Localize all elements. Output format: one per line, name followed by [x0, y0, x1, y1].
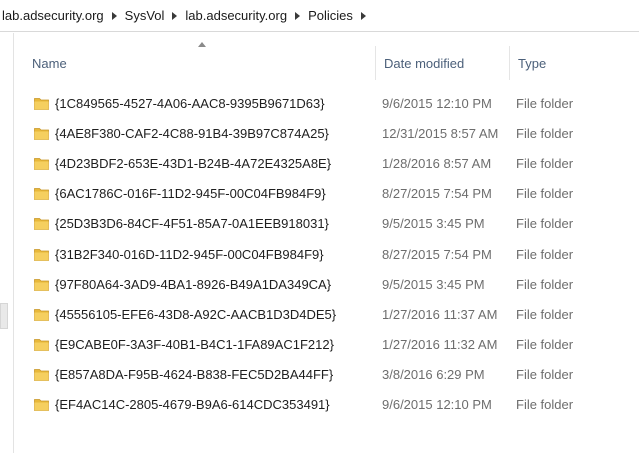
file-name-cell: {45556105-EFE6-43D8-A92C-AACB1D3D4DE5}: [14, 307, 376, 322]
folder-icon: [34, 97, 49, 110]
breadcrumb-item-domain-folder[interactable]: lab.adsecurity.org: [185, 8, 287, 23]
file-name: {25D3B3D6-84CF-4F51-85A7-0A1EEB918031}: [55, 216, 329, 232]
chevron-right-icon[interactable]: [295, 11, 301, 20]
file-type: File folder: [516, 216, 574, 232]
file-name-cell: {97F80A64-3AD9-4BA1-8926-B49A1DA349CA}: [14, 277, 376, 292]
file-row[interactable]: {E857A8DA-F95B-4624-B838-FEC5D2BA44FF} 3…: [14, 360, 639, 390]
file-name-cell: {E857A8DA-F95B-4624-B838-FEC5D2BA44FF}: [14, 367, 376, 382]
file-name-cell: {6AC1786C-016F-11D2-945F-00C04FB984F9}: [14, 186, 376, 201]
file-row[interactable]: {EF4AC14C-2805-4679-B9A6-614CDC353491} 9…: [14, 390, 639, 420]
column-header-name[interactable]: Name: [14, 42, 376, 80]
column-header-date-label: Date modified: [384, 55, 465, 71]
file-name: {97F80A64-3AD9-4BA1-8926-B49A1DA349CA}: [55, 276, 332, 292]
file-type: File folder: [516, 367, 574, 383]
file-row[interactable]: {31B2F340-016D-11D2-945F-00C04FB984F9} 8…: [14, 239, 639, 269]
file-type: File folder: [516, 306, 574, 322]
file-date-modified: 3/8/2016 6:29 PM: [382, 367, 485, 383]
file-name: {45556105-EFE6-43D8-A92C-AACB1D3D4DE5}: [55, 306, 337, 322]
column-header-date-modified[interactable]: Date modified: [376, 46, 510, 80]
column-header-name-label: Name: [32, 55, 67, 71]
file-date-modified: 12/31/2015 8:57 AM: [382, 125, 499, 141]
file-date-modified: 1/27/2016 11:32 AM: [382, 337, 498, 353]
file-date-modified: 8/27/2015 7:54 PM: [382, 186, 492, 202]
file-name: {E857A8DA-F95B-4624-B838-FEC5D2BA44FF}: [55, 367, 334, 383]
file-name-cell: {4D23BDF2-653E-43D1-B24B-4A72E4325A8E}: [14, 156, 376, 171]
sort-ascending-icon: [198, 42, 206, 47]
file-row[interactable]: {4D23BDF2-653E-43D1-B24B-4A72E4325A8E} 1…: [14, 148, 639, 178]
file-list: {1C849565-4527-4A06-AAC8-9395B9671D63} 9…: [14, 88, 639, 420]
file-name: {1C849565-4527-4A06-AAC8-9395B9671D63}: [55, 95, 325, 111]
folder-icon: [34, 308, 49, 321]
folder-icon: [34, 278, 49, 291]
file-date-modified: 1/27/2016 11:37 AM: [382, 306, 498, 322]
file-row[interactable]: {6AC1786C-016F-11D2-945F-00C04FB984F9} 8…: [14, 179, 639, 209]
file-row[interactable]: {97F80A64-3AD9-4BA1-8926-B49A1DA349CA} 9…: [14, 269, 639, 299]
file-type: File folder: [516, 337, 574, 353]
file-type: File folder: [516, 186, 574, 202]
breadcrumb-item-sysvol[interactable]: SysVol: [125, 8, 165, 23]
file-type: File folder: [516, 155, 574, 171]
folder-icon: [34, 157, 49, 170]
file-date-modified: 9/6/2015 12:10 PM: [382, 397, 492, 413]
breadcrumb-item-policies[interactable]: Policies: [308, 8, 353, 23]
file-date-modified: 1/28/2016 8:57 AM: [382, 155, 492, 171]
chevron-right-icon[interactable]: [111, 11, 117, 20]
file-date-modified: 8/27/2015 7:54 PM: [382, 246, 492, 262]
file-type: File folder: [516, 95, 574, 111]
folder-icon: [34, 248, 49, 261]
file-name-cell: {1C849565-4527-4A06-AAC8-9395B9671D63}: [14, 96, 376, 111]
file-name: {31B2F340-016D-11D2-945F-00C04FB984F9}: [55, 246, 324, 262]
folder-icon: [34, 368, 49, 382]
file-date-modified: 9/5/2015 3:45 PM: [382, 276, 485, 292]
file-type: File folder: [516, 125, 574, 141]
file-name: {6AC1786C-016F-11D2-945F-00C04FB984F9}: [55, 186, 326, 202]
column-header-type-label: Type: [518, 55, 547, 71]
file-name-cell: {EF4AC14C-2805-4679-B9A6-614CDC353491}: [14, 397, 376, 412]
file-name-cell: {31B2F340-016D-11D2-945F-00C04FB984F9}: [14, 247, 376, 262]
file-row[interactable]: {45556105-EFE6-43D8-A92C-AACB1D3D4DE5} 1…: [14, 299, 639, 329]
file-name: {4D23BDF2-653E-43D1-B24B-4A72E4325A8E}: [55, 155, 332, 171]
folder-icon: [34, 127, 49, 140]
explorer-window: lab.adsecurity.org SysVol lab.adsecurity…: [0, 0, 639, 453]
folder-icon: [34, 338, 49, 351]
file-name-cell: {4AE8F380-CAF2-4C88-91B4-39B97C874A25}: [14, 126, 376, 141]
folder-icon: [34, 187, 49, 201]
file-name: {EF4AC14C-2805-4679-B9A6-614CDC353491}: [55, 397, 330, 413]
column-header-row: Name Date modified Type: [14, 42, 639, 80]
breadcrumb-item-domain[interactable]: lab.adsecurity.org: [2, 8, 104, 23]
file-date-modified: 9/5/2015 3:45 PM: [382, 216, 485, 232]
file-row[interactable]: {25D3B3D6-84CF-4F51-85A7-0A1EEB918031} 9…: [14, 209, 639, 239]
file-type: File folder: [516, 397, 574, 413]
column-header-type[interactable]: Type: [510, 46, 639, 80]
file-type: File folder: [516, 246, 574, 262]
navigation-pane[interactable]: [0, 33, 14, 453]
file-name: {4AE8F380-CAF2-4C88-91B4-39B97C874A25}: [55, 125, 329, 141]
file-name-cell: {25D3B3D6-84CF-4F51-85A7-0A1EEB918031}: [14, 216, 376, 231]
file-date-modified: 9/6/2015 12:10 PM: [382, 95, 492, 111]
file-row[interactable]: {E9CABE0F-3A3F-40B1-B4C1-1FA89AC1F212} 1…: [14, 330, 639, 360]
folder-icon: [34, 398, 49, 412]
file-type: File folder: [516, 276, 574, 292]
chevron-right-icon[interactable]: [360, 11, 366, 20]
folder-icon: [34, 217, 49, 231]
file-name: {E9CABE0F-3A3F-40B1-B4C1-1FA89AC1F212}: [55, 337, 334, 353]
file-row[interactable]: {4AE8F380-CAF2-4C88-91B4-39B97C874A25} 1…: [14, 118, 639, 148]
navigation-pane-scrollbar[interactable]: [0, 303, 8, 329]
file-row[interactable]: {1C849565-4527-4A06-AAC8-9395B9671D63} 9…: [14, 88, 639, 118]
chevron-right-icon[interactable]: [172, 11, 178, 20]
address-bar[interactable]: lab.adsecurity.org SysVol lab.adsecurity…: [0, 0, 639, 32]
file-name-cell: {E9CABE0F-3A3F-40B1-B4C1-1FA89AC1F212}: [14, 337, 376, 352]
